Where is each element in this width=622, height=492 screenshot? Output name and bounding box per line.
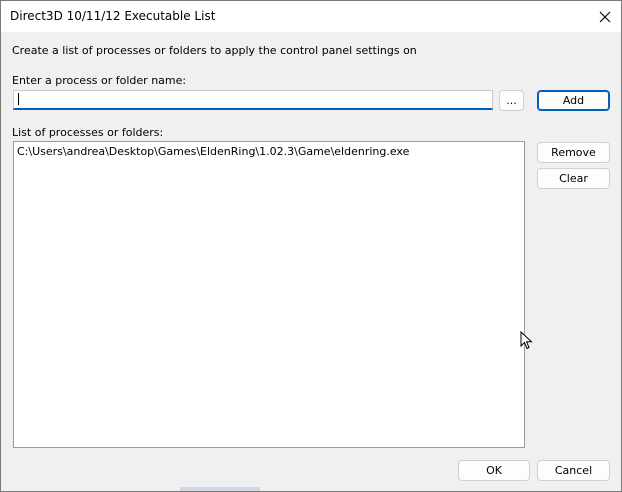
list-label: List of processes or folders: (12, 126, 164, 139)
list-item[interactable]: C:\Users\andrea\Desktop\Games\EldenRing\… (17, 145, 409, 158)
text-caret (18, 93, 19, 105)
browse-button[interactable]: ... (499, 90, 524, 111)
ok-button[interactable]: OK (458, 460, 530, 481)
cancel-button[interactable]: Cancel (537, 460, 610, 481)
mouse-pointer-icon (520, 331, 533, 350)
title-bar[interactable]: Direct3D 10/11/12 Executable List (1, 1, 621, 32)
add-button[interactable]: Add (537, 90, 610, 111)
close-button[interactable] (589, 1, 621, 32)
remove-button[interactable]: Remove (537, 142, 610, 163)
input-label: Enter a process or folder name: (12, 74, 187, 87)
close-icon (599, 11, 611, 22)
clear-button[interactable]: Clear (537, 168, 610, 189)
window-title: Direct3D 10/11/12 Executable List (10, 9, 216, 23)
process-name-input[interactable] (13, 90, 493, 110)
background-sliver (180, 487, 260, 491)
dialog-window: Direct3D 10/11/12 Executable List Create… (0, 0, 622, 492)
instructions-text: Create a list of processes or folders to… (12, 44, 417, 57)
process-listbox[interactable]: C:\Users\andrea\Desktop\Games\EldenRing\… (13, 141, 525, 448)
